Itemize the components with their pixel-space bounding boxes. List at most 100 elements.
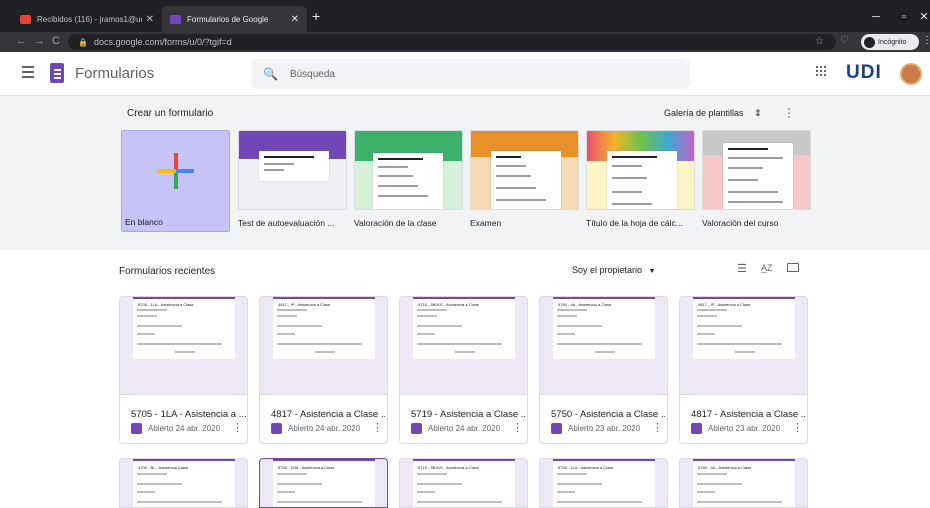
form-title: 5750 - Asistencia a Clase ...: [551, 409, 668, 420]
lock-icon: 🔒: [78, 37, 88, 47]
search-input[interactable]: 🔍 Búsqueda: [251, 59, 690, 89]
thumb-title: 5750 - 4A - Asistencia a Clase: [698, 465, 752, 470]
template-blank[interactable]: En blanco: [121, 130, 230, 232]
template-exam[interactable]: Examen: [470, 130, 579, 228]
more-options-icon[interactable]: ⋮: [652, 421, 663, 434]
unfold-icon: ⇕: [754, 108, 762, 118]
template-thumbnail: [702, 130, 811, 210]
tab-forms[interactable]: Formularios de Google ✕: [162, 6, 307, 32]
owner-filter-dropdown[interactable]: Soy el propietario ▼: [572, 265, 656, 275]
shield-icon[interactable]: ♡: [840, 35, 849, 46]
template-label: Valoración del curso: [702, 218, 779, 228]
more-options-icon[interactable]: ⋮: [372, 421, 383, 434]
form-preview: 5750 - 4A - Asistencia a Clase: [693, 459, 795, 507]
form-opened-date: Abierto 24 abr. 2020: [148, 424, 221, 433]
minimize-button[interactable]: ─: [862, 6, 890, 28]
gmail-icon: [20, 14, 31, 24]
list-view-icon[interactable]: ☰: [737, 262, 747, 275]
search-icon: 🔍: [263, 67, 278, 81]
folder-icon[interactable]: [787, 263, 799, 272]
tab-gmail[interactable]: Recibidos (116) - jramos1@udi.e ✕: [12, 6, 162, 32]
back-icon[interactable]: ←: [16, 35, 27, 47]
more-options-icon[interactable]: ⋮: [512, 421, 523, 434]
form-preview: 5705 - 1LA - Asistencia a Clase: [133, 297, 235, 359]
thumb-title: 5705 - 1LA - Asistencia a Clase: [558, 465, 614, 470]
form-card[interactable]: 5705 - 1LA - Asistencia a Clase 5705 - 1L…: [119, 296, 248, 444]
more-options-icon[interactable]: ⋮: [783, 106, 795, 120]
forward-icon[interactable]: →: [34, 35, 45, 47]
app-header: Formularios 🔍 Búsqueda UDI: [0, 52, 930, 96]
form-preview: 5705 - 1LA - Asistencia a Clase: [553, 459, 655, 507]
form-card[interactable]: 5750 - 4A - Asistencia a Clase 5750 - Asi…: [539, 296, 668, 444]
close-icon[interactable]: ✕: [291, 14, 299, 25]
template-self-assessment[interactable]: Test de autoevaluación ...: [238, 130, 347, 228]
forms-icon: [271, 423, 282, 434]
forms-logo-icon: [50, 63, 64, 83]
app-name[interactable]: Formularios: [75, 65, 154, 82]
thumb-title: 5719 - 5BJKS - Asistencia a Clase: [418, 302, 479, 307]
close-icon[interactable]: ✕: [146, 14, 154, 25]
template-gallery: Crear un formulario Galería de plantilla…: [0, 96, 930, 250]
form-card[interactable]: 4817 - IP - Asistencia a Clase 4817 - Asi…: [679, 296, 808, 444]
menu-icon[interactable]: [22, 66, 34, 81]
close-window-button[interactable]: ✕: [910, 6, 930, 28]
form-title: 5719 - Asistencia a Clase ...: [411, 409, 528, 420]
thumb-title: 5719 - 5BJKS - Asistencia a Clase: [418, 465, 479, 470]
browser-tab-bar: Recibidos (116) - jramos1@udi.e ✕ Formul…: [0, 0, 930, 32]
form-card[interactable]: 5705 - 4LM - Asistencia a Clase: [259, 458, 388, 508]
apps-grid-icon[interactable]: [816, 66, 826, 76]
form-preview: 5705 - 4LM - Asistencia a Clase: [273, 459, 375, 507]
forms-icon: [131, 423, 142, 434]
browser-menu-icon[interactable]: ⋮: [922, 35, 930, 46]
form-thumbnail: 5719 - 5BJKS - Asistencia a Clase: [400, 297, 527, 395]
reload-icon[interactable]: C: [52, 35, 60, 47]
form-preview: 5719 - 5BJKS - Asistencia a Clase: [413, 297, 515, 359]
more-options-icon[interactable]: ⋮: [232, 421, 243, 434]
plus-icon-bar: [158, 169, 194, 173]
template-spreadsheet-title[interactable]: Título de la hoja de cálc...: [586, 130, 695, 228]
incognito-icon: [864, 36, 875, 48]
form-opened-date: Abierto 24 abr. 2020: [428, 424, 501, 433]
thumb-title: 4817 - IP - Asistencia a Clase: [278, 302, 331, 307]
dropdown-arrow-icon: ▼: [648, 268, 656, 275]
form-title: 5705 - 1LA - Asistencia a ...: [131, 409, 247, 420]
template-gallery-button[interactable]: Galería de plantillas ⇕: [664, 108, 762, 119]
form-thumbnail: 4817 - IP - Asistencia a Clase: [680, 297, 807, 395]
new-tab-button[interactable]: +: [312, 8, 320, 24]
template-thumbnail: [238, 130, 347, 210]
recent-forms-title: Formularios recientes: [119, 266, 216, 277]
avatar[interactable]: [900, 63, 922, 85]
form-card[interactable]: 5719 - 5BJKS - Asistencia a Clase 5719 - …: [399, 296, 528, 444]
forms-icon: [411, 423, 422, 434]
form-card[interactable]: 4817 - IP - Asistencia a Clase 4817 - Asi…: [259, 296, 388, 444]
template-thumbnail: [354, 130, 463, 210]
template-label: Examen: [470, 218, 502, 228]
incognito-label: Incógnito: [878, 38, 907, 46]
forms-icon: [551, 423, 562, 434]
template-thumbnail: [586, 130, 695, 210]
form-card[interactable]: 5750 - 4A - Asistencia a Clase: [679, 458, 808, 508]
form-card[interactable]: 5705 - BL - Asistencia Clase: [119, 458, 248, 508]
template-class-rating[interactable]: Valoración de la clase: [354, 130, 463, 228]
form-preview: 5750 - 4A - Asistencia a Clase: [553, 297, 655, 359]
incognito-badge[interactable]: Incógnito: [861, 34, 919, 50]
form-preview: 5705 - BL - Asistencia Clase: [133, 459, 235, 507]
url-text: docs.google.com/forms/u/0/?tgif=d: [93, 37, 232, 47]
more-options-icon[interactable]: ⋮: [792, 421, 803, 434]
template-label: En blanco: [125, 217, 163, 227]
form-thumbnail: 5750 - 4A - Asistencia a Clase: [540, 297, 667, 395]
sort-az-icon[interactable]: A̲Z: [761, 263, 773, 273]
url-field[interactable]: 🔒 docs.google.com/forms/u/0/?tgif=d: [68, 34, 836, 50]
form-card[interactable]: 5705 - 1LA - Asistencia a Clase: [539, 458, 668, 508]
template-course-rating[interactable]: Valoración del curso: [702, 130, 811, 228]
form-card[interactable]: 5719 - 5BJKS - Asistencia a Clase: [399, 458, 528, 508]
template-label: Test de autoevaluación ...: [238, 218, 335, 228]
form-preview: 5719 - 5BJKS - Asistencia a Clase: [413, 459, 515, 507]
form-thumbnail: 5705 - 1LA - Asistencia a Clase: [120, 297, 247, 395]
search-placeholder: Búsqueda: [289, 68, 335, 80]
org-logo: UDI: [846, 62, 882, 83]
star-icon[interactable]: ☆: [815, 36, 824, 47]
template-label: Valoración de la clase: [354, 218, 437, 228]
form-opened-date: Abierto 23 abr. 2020: [568, 424, 641, 433]
thumb-title: 5750 - 4A - Asistencia a Clase: [558, 302, 612, 307]
